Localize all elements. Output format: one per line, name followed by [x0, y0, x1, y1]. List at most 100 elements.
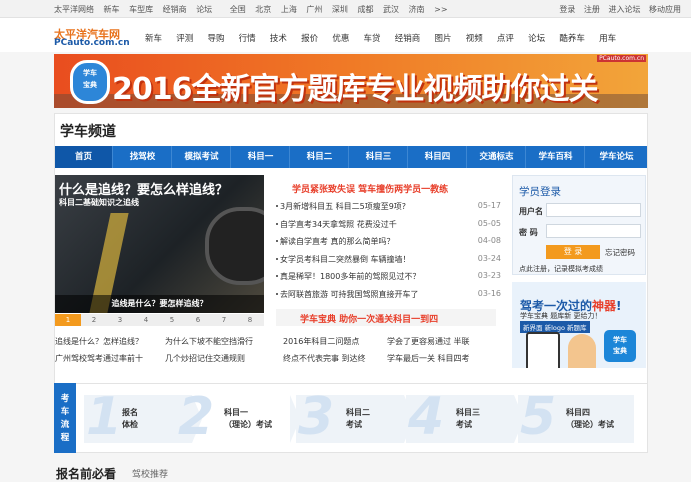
- news-list: 3月新增科目五 科目二5项瘦至9项? 05-17 自学直考34天拿驾照 花费没过千…: [276, 198, 501, 304]
- forgot-password-link[interactable]: 忘记密码: [605, 247, 635, 258]
- app-badge-icon: 学车 宝典: [70, 60, 110, 104]
- channel-tabs: 首页 找驾校 模拟考试 科目一 科目二 科目三 科目四 交通标志 学车百科 学车…: [55, 146, 647, 168]
- promo-headline[interactable]: 学车宝典 助你一次通关科目一到四: [300, 312, 438, 325]
- banner-url: PCauto.com.cn: [597, 55, 646, 62]
- password-label: 密 码: [519, 228, 538, 237]
- news-item[interactable]: 女学员考科目二突然暴倒 车辆撞墙！ 03-24: [276, 251, 501, 269]
- news-headline[interactable]: 学员紧张致失误 驾车撞伤两学员一教练: [292, 182, 448, 195]
- news-item[interactable]: 自学直考34天拿驾照 花费没过千 05-05: [276, 216, 501, 234]
- news-item[interactable]: 解读自学直考 真的那么简单吗？ 04-08: [276, 233, 501, 251]
- city-link[interactable]: >>: [434, 5, 447, 14]
- login-link[interactable]: 登录: [559, 5, 575, 14]
- pager-dot[interactable]: 6: [185, 314, 211, 326]
- nav-item[interactable]: 行情: [239, 32, 256, 44]
- top-link[interactable]: 论坛: [196, 5, 212, 14]
- top-bar-right: 登录 注册 进入论坛 移动应用: [553, 4, 681, 15]
- tab-find-school[interactable]: 找驾校: [114, 146, 172, 168]
- city-link[interactable]: 深圳: [332, 5, 348, 14]
- app-logo-icon: 学车 宝典: [604, 330, 636, 362]
- link-item[interactable]: 学会了更容易通过 半联: [387, 336, 470, 347]
- top-link[interactable]: 太平洋网络: [54, 5, 94, 14]
- register-link[interactable]: 注册: [584, 5, 600, 14]
- section-tab[interactable]: 驾校推荐: [132, 467, 168, 480]
- link-item[interactable]: 追线是什么？怎样追线？: [55, 336, 143, 347]
- mobile-app-link[interactable]: 移动应用: [649, 5, 681, 14]
- city-link[interactable]: 北京: [255, 5, 271, 14]
- link-item[interactable]: 几个炒招记住交通规则: [165, 353, 245, 364]
- nav-item[interactable]: 视频: [466, 32, 483, 44]
- section-title: 报名前必看: [56, 467, 117, 481]
- flow-step-4[interactable]: 4 科目三 考试: [406, 387, 514, 447]
- tab-subject-1[interactable]: 科目一: [232, 146, 290, 168]
- pager-dot[interactable]: 7: [211, 314, 237, 326]
- flow-step-2[interactable]: 2 科目一 （理论）考试: [176, 387, 284, 447]
- nav-item[interactable]: 技术: [270, 32, 287, 44]
- link-row: 追线是什么？怎样追线？ 为什么下坡不能空挡滑行 2016年科目二问题点 学会了更…: [55, 334, 505, 351]
- city-link[interactable]: 济南: [409, 5, 425, 14]
- top-link[interactable]: 经销商: [163, 5, 187, 14]
- username-input[interactable]: [546, 203, 641, 217]
- nav-item[interactable]: 评测: [176, 32, 193, 44]
- pager-dot[interactable]: 8: [237, 314, 263, 326]
- tab-encyclopedia[interactable]: 学车百科: [527, 146, 585, 168]
- link-item[interactable]: 为什么下坡不能空挡滑行: [165, 336, 253, 347]
- top-link[interactable]: 车型库: [129, 5, 153, 14]
- ad-subtitle: 学车宝典 题库新 更给力！: [520, 312, 602, 320]
- flow-step-5[interactable]: 5 科目四 （理论）考试: [518, 387, 634, 447]
- link-item[interactable]: 2016年科目二问题点: [283, 336, 359, 347]
- news-item[interactable]: 3月新增科目五 科目二5项瘦至9项? 05-17: [276, 198, 501, 216]
- feature-headline: 什么是追线？要怎么样追线？: [59, 183, 229, 198]
- pager-dot[interactable]: 5: [159, 314, 185, 326]
- city-link[interactable]: 广州: [306, 5, 322, 14]
- register-tip[interactable]: 点此注册，记录模拟考成绩: [519, 264, 603, 274]
- nav-item[interactable]: 报价: [301, 32, 318, 44]
- city-link[interactable]: 上海: [281, 5, 297, 14]
- feature-subhead: 科目二基础知识之追线: [59, 198, 139, 207]
- link-item[interactable]: 学车最后一关 科目四考: [387, 353, 470, 364]
- nav-item[interactable]: 经销商: [395, 32, 421, 44]
- nav-item[interactable]: 论坛: [528, 32, 545, 44]
- city-link[interactable]: 武汉: [383, 5, 399, 14]
- phone-icon: [526, 332, 560, 368]
- app-ad[interactable]: 驾考一次过的神器! 学车宝典 题库新 更给力！ 新界面 新logo 新题库 学车…: [512, 282, 646, 368]
- pager-dot[interactable]: 3: [107, 314, 133, 326]
- link-row: 广州驾校驾考通过率前十 几个炒招记住交通规则 终点不代表完事 到达终 学车最后一…: [55, 351, 505, 368]
- bottom-section-head: 报名前必看 驾校推荐: [54, 465, 648, 481]
- nav-item[interactable]: 图片: [434, 32, 451, 44]
- news-item[interactable]: 去阿联酋旅游 可持我国驾照直接开车了 03-16: [276, 286, 501, 304]
- tab-forum[interactable]: 学车论坛: [586, 146, 647, 168]
- flow-step-3[interactable]: 3 科目二 考试: [296, 387, 404, 447]
- slide-pager: 1 2 3 4 5 6 7 8: [55, 314, 264, 326]
- link-item[interactable]: 广州驾校驾考通过率前十: [55, 353, 143, 364]
- login-button[interactable]: 登 录: [546, 245, 600, 259]
- pager-dot[interactable]: 1: [55, 314, 81, 326]
- flow-label: 考车流程: [54, 383, 76, 453]
- nav-item[interactable]: 酷养车: [559, 32, 585, 44]
- feature-caption[interactable]: 追线是什么？要怎样追线？: [55, 295, 264, 313]
- tab-subject-4[interactable]: 科目四: [409, 146, 467, 168]
- username-label: 用户名: [519, 207, 543, 216]
- tab-subject-3[interactable]: 科目三: [350, 146, 408, 168]
- tab-mock-exam[interactable]: 模拟考试: [173, 146, 231, 168]
- nav-item[interactable]: 导购: [207, 32, 224, 44]
- nav-item[interactable]: 车贷: [364, 32, 381, 44]
- link-item[interactable]: 终点不代表完事 到达终: [283, 353, 366, 364]
- nav-item[interactable]: 用车: [599, 32, 616, 44]
- feature-slide[interactable]: 什么是追线？要怎么样追线？ 科目二基础知识之追线 追线是什么？要怎样追线？: [55, 175, 264, 313]
- pager-dot[interactable]: 2: [81, 314, 107, 326]
- nav-item[interactable]: 点评: [497, 32, 514, 44]
- top-link[interactable]: 新车: [104, 5, 120, 14]
- tab-home[interactable]: 首页: [55, 146, 113, 168]
- city-link[interactable]: 全国: [230, 5, 246, 14]
- tab-subject-2[interactable]: 科目二: [291, 146, 349, 168]
- city-link[interactable]: 成都: [357, 5, 373, 14]
- forum-link[interactable]: 进入论坛: [608, 5, 640, 14]
- promo-banner[interactable]: 学车 宝典 2016全新官方题库专业视频助你过关 PCauto.com.cn: [54, 54, 648, 108]
- password-input[interactable]: [546, 224, 641, 238]
- nav-item[interactable]: 新车: [145, 32, 162, 44]
- tab-traffic-signs[interactable]: 交通标志: [468, 146, 526, 168]
- nav-item[interactable]: 优惠: [332, 32, 349, 44]
- news-item[interactable]: 真是稀罕！1800多年前的驾照见过不？ 03-23: [276, 268, 501, 286]
- logo-domain[interactable]: PCauto.com.cn: [54, 38, 130, 48]
- pager-dot[interactable]: 4: [133, 314, 159, 326]
